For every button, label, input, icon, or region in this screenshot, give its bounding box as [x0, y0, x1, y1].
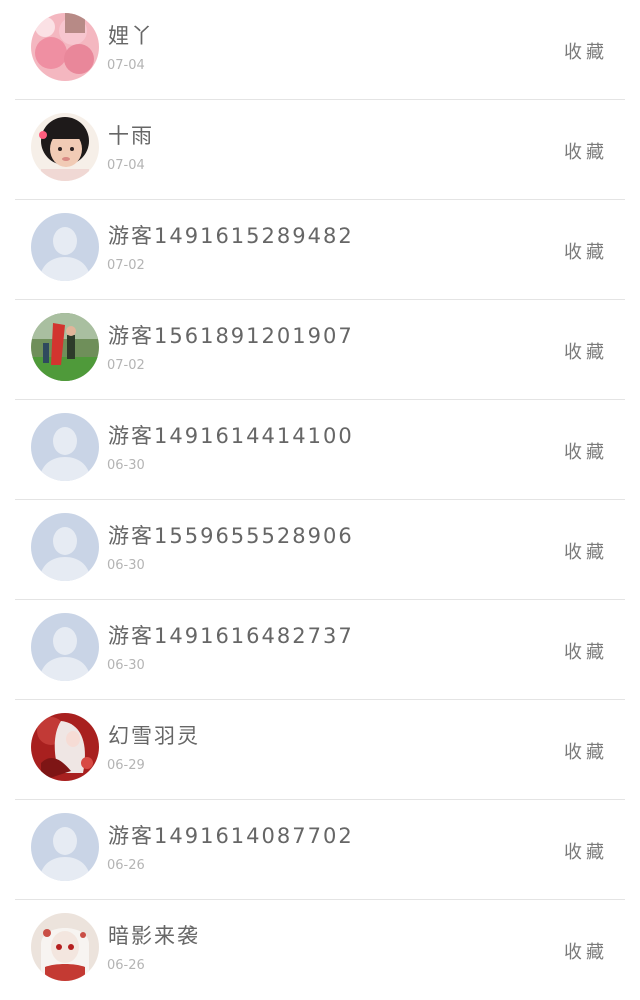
avatar[interactable]: [31, 513, 99, 581]
user-name[interactable]: 娌丫: [108, 20, 154, 50]
anime-white-icon: [31, 913, 99, 981]
user-name[interactable]: 游客1559655528906: [108, 520, 354, 550]
user-name[interactable]: 游客1491614087702: [108, 820, 354, 850]
list-item[interactable]: 十雨 07-04 收藏: [0, 100, 640, 200]
follow-date: 07-04: [107, 58, 145, 73]
favorite-button[interactable]: 收藏: [564, 438, 608, 464]
follow-date: 07-04: [107, 158, 145, 173]
avatar[interactable]: [31, 613, 99, 681]
user-name[interactable]: 游客1491614414100: [108, 420, 354, 450]
user-name[interactable]: 游客1561891201907: [108, 320, 354, 350]
avatar[interactable]: [31, 213, 99, 281]
list-item[interactable]: 游客1491614414100 06-30 收藏: [0, 400, 640, 500]
follow-date: 06-26: [107, 958, 145, 973]
favorite-button[interactable]: 收藏: [564, 638, 608, 664]
user-name[interactable]: 幻雪羽灵: [108, 720, 200, 750]
follow-date: 06-30: [107, 558, 145, 573]
avatar[interactable]: [31, 13, 99, 81]
list-item[interactable]: 游客1491614087702 06-26 收藏: [0, 800, 640, 900]
balloon-photo-icon: [31, 13, 99, 81]
favorite-button[interactable]: 收藏: [564, 838, 608, 864]
girl-photo-icon: [31, 113, 99, 181]
list-item[interactable]: 娌丫 07-04 收藏: [0, 0, 640, 100]
avatar[interactable]: [31, 113, 99, 181]
follow-date: 06-30: [107, 658, 145, 673]
favorite-button[interactable]: 收藏: [564, 38, 608, 64]
list-item[interactable]: 游客1559655528906 06-30 收藏: [0, 500, 640, 600]
list-item[interactable]: 暗影来袭 06-26 收藏: [0, 900, 640, 1000]
follow-date: 06-26: [107, 858, 145, 873]
outdoor-photo-icon: [31, 313, 99, 381]
list-item[interactable]: 游客1491615289482 07-02 收藏: [0, 200, 640, 300]
avatar[interactable]: [31, 913, 99, 981]
follow-date: 06-29: [107, 758, 145, 773]
follow-date: 06-30: [107, 458, 145, 473]
user-name[interactable]: 十雨: [108, 120, 154, 150]
follow-date: 07-02: [107, 358, 145, 373]
follow-date: 07-02: [107, 258, 145, 273]
follower-list: 娌丫 07-04 收藏 十雨 07-04 收藏 游客1491615289482 …: [0, 0, 640, 1000]
list-item[interactable]: 幻雪羽灵 06-29 收藏: [0, 700, 640, 800]
list-item[interactable]: 游客1491616482737 06-30 收藏: [0, 600, 640, 700]
favorite-button[interactable]: 收藏: [564, 938, 608, 964]
favorite-button[interactable]: 收藏: [564, 338, 608, 364]
favorite-button[interactable]: 收藏: [564, 138, 608, 164]
list-item[interactable]: 游客1561891201907 07-02 收藏: [0, 300, 640, 400]
default-user-icon: [31, 513, 99, 581]
default-user-icon: [31, 413, 99, 481]
avatar[interactable]: [31, 713, 99, 781]
default-user-icon: [31, 213, 99, 281]
default-user-icon: [31, 613, 99, 681]
user-name[interactable]: 游客1491616482737: [108, 620, 354, 650]
avatar[interactable]: [31, 413, 99, 481]
user-name[interactable]: 暗影来袭: [108, 920, 200, 950]
user-name[interactable]: 游客1491615289482: [108, 220, 354, 250]
avatar[interactable]: [31, 313, 99, 381]
default-user-icon: [31, 813, 99, 881]
favorite-button[interactable]: 收藏: [564, 738, 608, 764]
favorite-button[interactable]: 收藏: [564, 538, 608, 564]
anime-red-icon: [31, 713, 99, 781]
favorite-button[interactable]: 收藏: [564, 238, 608, 264]
avatar[interactable]: [31, 813, 99, 881]
